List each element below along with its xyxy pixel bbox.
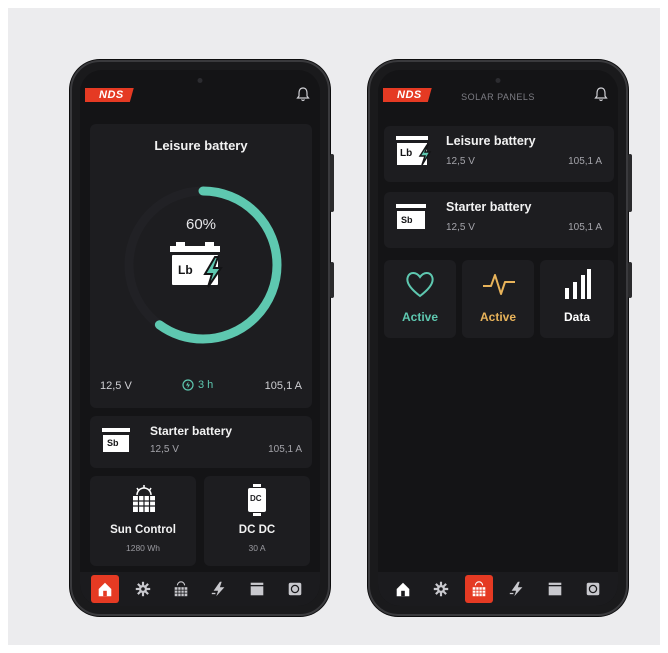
- power-icon: [586, 582, 600, 596]
- home-icon: [98, 582, 112, 597]
- battery-icon: Sb: [102, 428, 132, 458]
- nav-power-button[interactable]: [579, 575, 607, 603]
- starter-current: 105,1 A: [268, 444, 302, 455]
- brand-logo: NDS: [85, 88, 134, 102]
- nav-solar-panel-button[interactable]: [167, 575, 195, 603]
- current-value: 105,1 A: [264, 380, 302, 392]
- lightning-icon: [418, 144, 432, 166]
- nav-lightning-button[interactable]: [205, 575, 233, 603]
- bottom-nav: [378, 572, 618, 606]
- charge-time: 3 h: [182, 379, 213, 391]
- battery-icon: Lb: [396, 136, 436, 170]
- tile-label: Active: [401, 310, 439, 324]
- lightning-icon: [509, 581, 523, 597]
- nav-battery-button[interactable]: [243, 575, 271, 603]
- heart-icon: [406, 272, 434, 298]
- row-voltage: 12,5 V: [446, 156, 475, 167]
- tile-label: DC DC: [238, 524, 276, 536]
- screen-right: NDS SOLAR PANELS Lb Leisure battery 12,5: [378, 70, 618, 606]
- phone-right: NDS SOLAR PANELS Lb Leisure battery 12,5: [368, 60, 632, 616]
- leisure-battery-row[interactable]: Lb Leisure battery 12,5 V 105,1 A: [384, 126, 614, 182]
- solar-panel-icon: [133, 485, 155, 512]
- nav-home-button[interactable]: [91, 575, 119, 603]
- bottom-nav: [80, 572, 320, 606]
- nav-lightning-button[interactable]: [503, 575, 531, 603]
- solar-panel-icon: [472, 581, 486, 597]
- pulse-icon: [483, 274, 515, 295]
- battery-icon: [250, 582, 264, 596]
- tile-label: Active: [479, 310, 517, 324]
- nav-home-button[interactable]: [389, 575, 417, 603]
- sun-control-tile[interactable]: Sun Control 1280 Wh: [90, 476, 196, 566]
- battery-icon: Sb: [396, 204, 428, 236]
- screen-left: NDS Leisure battery 60% Lb 12,5 V 3 h 10…: [80, 70, 320, 606]
- dc-converter-icon: DC: [246, 484, 268, 516]
- home-icon: [396, 582, 410, 597]
- nav-solar-panel-button[interactable]: [465, 575, 493, 603]
- power-icon: [288, 582, 302, 596]
- row-title: Leisure battery: [446, 134, 536, 148]
- tile-value: 30 A: [248, 543, 266, 553]
- bell-icon[interactable]: [594, 86, 608, 102]
- nav-battery-button[interactable]: [541, 575, 569, 603]
- solar-panel-icon: [174, 581, 188, 597]
- voltage-value: 12,5 V: [100, 380, 132, 392]
- row-title: Starter battery: [446, 200, 532, 214]
- leisure-battery-card[interactable]: Leisure battery 60% Lb 12,5 V 3 h 105,1 …: [90, 124, 312, 408]
- card-title: Leisure battery: [154, 138, 248, 153]
- battery-icon: Lb: [170, 242, 228, 294]
- charge-percent: 60%: [185, 216, 217, 233]
- row-current: 105,1 A: [568, 156, 602, 167]
- heart-active-tile[interactable]: Active: [384, 260, 456, 338]
- gear-icon: [433, 581, 449, 597]
- nav-power-button[interactable]: [281, 575, 309, 603]
- starter-voltage: 12,5 V: [150, 444, 179, 455]
- tile-label: Data: [563, 310, 590, 324]
- nav-gear-button[interactable]: [427, 575, 455, 603]
- tile-value: 1280 Wh: [125, 543, 161, 553]
- data-tile[interactable]: Data: [540, 260, 614, 338]
- battery-letters: Lb: [178, 263, 193, 277]
- lightning-icon: [211, 581, 225, 597]
- gear-icon: [135, 581, 151, 597]
- battery-icon: [548, 582, 562, 596]
- charging-icon: [182, 379, 194, 391]
- starter-battery-card[interactable]: Sb Starter battery 12,5 V 105,1 A: [90, 416, 312, 468]
- nav-gear-button[interactable]: [129, 575, 157, 603]
- starter-battery-row[interactable]: Sb Starter battery 12,5 V 105,1 A: [384, 192, 614, 248]
- row-current: 105,1 A: [568, 222, 602, 233]
- row-voltage: 12,5 V: [446, 222, 475, 233]
- pulse-active-tile[interactable]: Active: [462, 260, 534, 338]
- bell-icon[interactable]: [296, 86, 310, 102]
- lightning-icon: [203, 256, 223, 288]
- starter-title: Starter battery: [150, 424, 233, 438]
- background: NDS Leisure battery 60% Lb 12,5 V 3 h 10…: [8, 8, 660, 645]
- page-title: SOLAR PANELS: [461, 92, 535, 102]
- tile-label: Sun Control: [110, 524, 176, 536]
- bar-chart-icon: [565, 269, 591, 299]
- dc-dc-tile[interactable]: DC DC DC 30 A: [204, 476, 310, 566]
- phone-left: NDS Leisure battery 60% Lb 12,5 V 3 h 10…: [70, 60, 334, 616]
